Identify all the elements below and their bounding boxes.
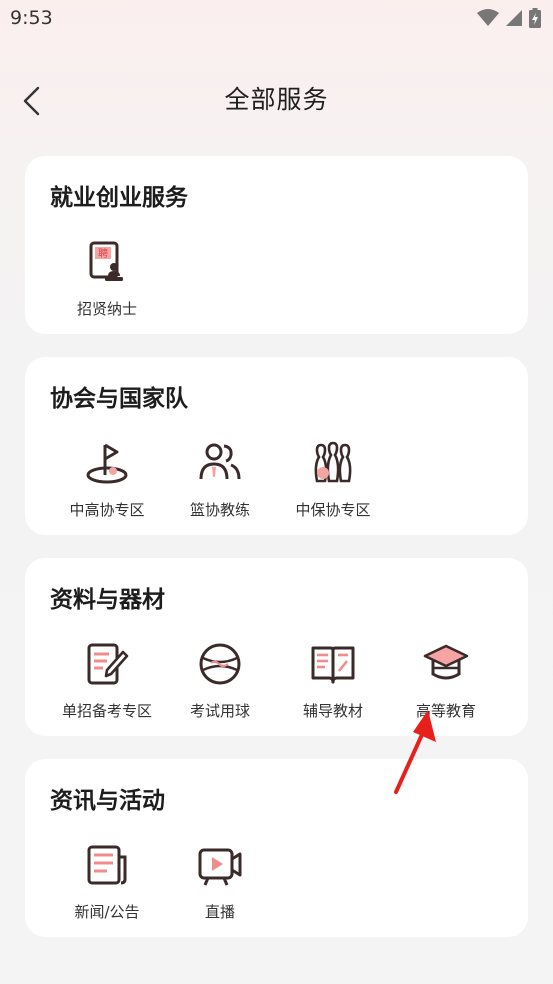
- service-label: 单招备考专区: [61, 702, 152, 720]
- service-exam-ball[interactable]: 考试用球: [163, 636, 277, 726]
- section-grid: 聘 招贤纳士: [50, 234, 528, 334]
- section-grid: 新闻/公告 直播: [50, 837, 528, 937]
- open-book-icon: [311, 646, 355, 684]
- section-title: 就业创业服务: [50, 185, 188, 211]
- battery-icon: [529, 8, 541, 28]
- service-label: 篮协教练: [189, 501, 250, 519]
- live-video-icon: [198, 848, 242, 886]
- svg-text:聘: 聘: [98, 247, 108, 260]
- section-employment: 就业创业服务 聘 招贤纳士: [25, 156, 528, 334]
- section-grid: 单招备考专区 考试用球 辅导教材 高等教育: [50, 636, 528, 736]
- service-exam-prep[interactable]: 单招备考专区: [50, 636, 164, 726]
- service-bowling-association[interactable]: 中保协专区: [276, 435, 390, 525]
- service-news[interactable]: 新闻/公告: [50, 837, 164, 927]
- service-basketball-coach[interactable]: 篮协教练: [163, 435, 277, 525]
- status-icons: [477, 8, 541, 28]
- annotation-arrow-icon: [394, 710, 436, 794]
- exam-pen-icon: [87, 643, 129, 685]
- section-title: 协会与国家队: [50, 386, 188, 412]
- service-label: 中高协专区: [69, 501, 145, 519]
- status-time: 9:53: [10, 7, 53, 29]
- section-grid: 中高协专区 篮协教练 中保协专区: [50, 435, 528, 535]
- bowling-pins-icon: [314, 441, 352, 483]
- ball-icon: [199, 643, 241, 685]
- service-label: 直播: [204, 903, 235, 921]
- service-label: 新闻/公告: [74, 903, 140, 921]
- service-live[interactable]: 直播: [163, 837, 277, 927]
- nav-bar: 全部服务: [0, 60, 553, 132]
- service-label: 辅导教材: [302, 702, 363, 720]
- signal-icon: [506, 10, 522, 26]
- recruit-stamp-icon: 聘: [89, 241, 123, 281]
- page-title: 全部服务: [224, 85, 329, 114]
- service-label: 中保协专区: [295, 501, 371, 519]
- graduation-cap-icon: [423, 644, 469, 680]
- service-golf-association[interactable]: 中高协专区: [50, 435, 164, 525]
- service-label: 招贤纳士: [76, 300, 137, 318]
- wifi-icon: [477, 9, 499, 26]
- coach-people-icon: [199, 443, 241, 480]
- golf-flag-icon: [86, 443, 128, 484]
- newspaper-icon: [87, 845, 127, 885]
- section-title: 资讯与活动: [50, 788, 165, 814]
- section-associations: 协会与国家队 中高协专区 篮协教练 中保协专区: [25, 357, 528, 535]
- section-title: 资料与器材: [50, 587, 165, 613]
- service-label: 考试用球: [189, 702, 250, 720]
- service-recruit[interactable]: 聘 招贤纳士: [50, 234, 164, 324]
- status-bar: 9:53: [0, 0, 553, 38]
- service-textbooks[interactable]: 辅导教材: [276, 636, 390, 726]
- section-news-events: 资讯与活动 新闻/公告 直播: [25, 759, 528, 937]
- section-materials: 资料与器材 单招备考专区 考试用球 辅导教材 高等教育: [25, 558, 528, 736]
